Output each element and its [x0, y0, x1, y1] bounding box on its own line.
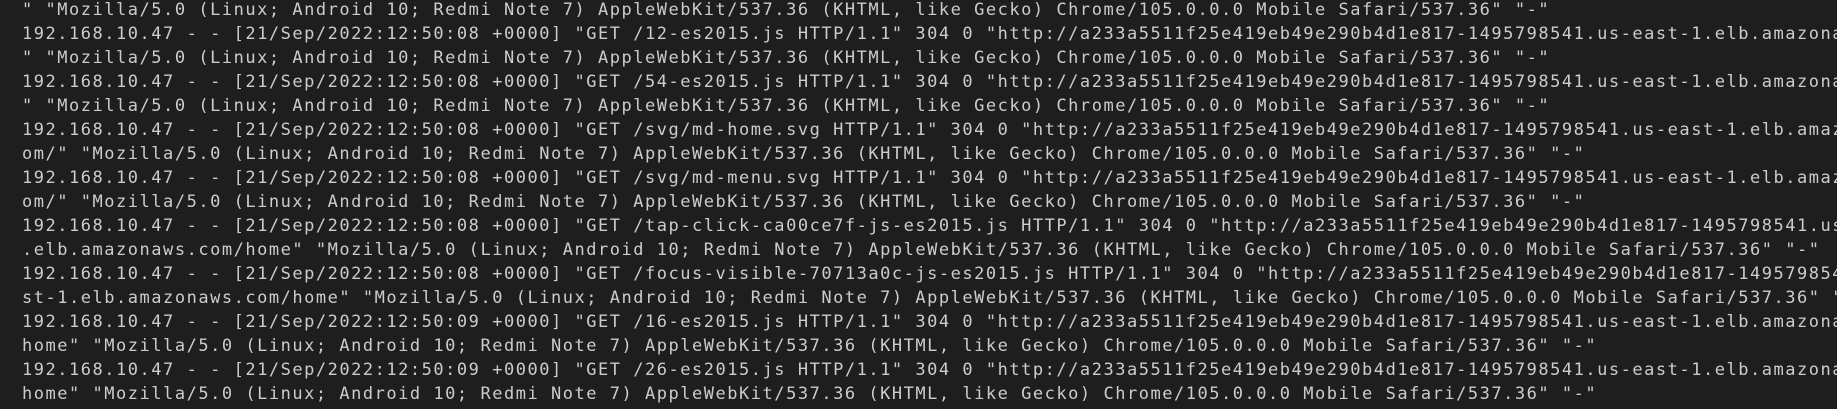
log-row: om/" "Mozilla/5.0 (Linux; Android 10; Re… — [22, 192, 1586, 212]
log-row: " "Mozilla/5.0 (Linux; Android 10; Redmi… — [22, 48, 1551, 68]
log-row: 192.168.10.47 - - [21/Sep/2022:12:50:09 … — [22, 312, 1837, 332]
terminal-output[interactable]: " "Mozilla/5.0 (Linux; Android 10; Redmi… — [0, 0, 1837, 409]
log-row: " "Mozilla/5.0 (Linux; Android 10; Redmi… — [22, 96, 1551, 116]
log-row: .elb.amazonaws.com/home" "Mozilla/5.0 (L… — [22, 240, 1821, 260]
log-row: st-1.elb.amazonaws.com/home" "Mozilla/5.… — [22, 288, 1837, 308]
log-lines: " "Mozilla/5.0 (Linux; Android 10; Redmi… — [22, 0, 1837, 406]
log-row: 192.168.10.47 - - [21/Sep/2022:12:50:08 … — [22, 264, 1837, 284]
log-row: 192.168.10.47 - - [21/Sep/2022:12:50:08 … — [22, 24, 1837, 44]
log-row: home" "Mozilla/5.0 (Linux; Android 10; R… — [22, 336, 1598, 356]
log-row: home" "Mozilla/5.0 (Linux; Android 10; R… — [22, 384, 1598, 404]
log-row: 192.168.10.47 - - [21/Sep/2022:12:50:08 … — [22, 216, 1837, 236]
log-row: 192.168.10.47 - - [21/Sep/2022:12:50:08 … — [22, 72, 1837, 92]
log-row: om/" "Mozilla/5.0 (Linux; Android 10; Re… — [22, 144, 1586, 164]
log-row: 192.168.10.47 - - [21/Sep/2022:12:50:08 … — [22, 120, 1837, 140]
log-row: 192.168.10.47 - - [21/Sep/2022:12:50:08 … — [22, 168, 1837, 188]
log-row: 192.168.10.47 - - [21/Sep/2022:12:50:09 … — [22, 360, 1837, 380]
log-row: " "Mozilla/5.0 (Linux; Android 10; Redmi… — [22, 0, 1551, 20]
